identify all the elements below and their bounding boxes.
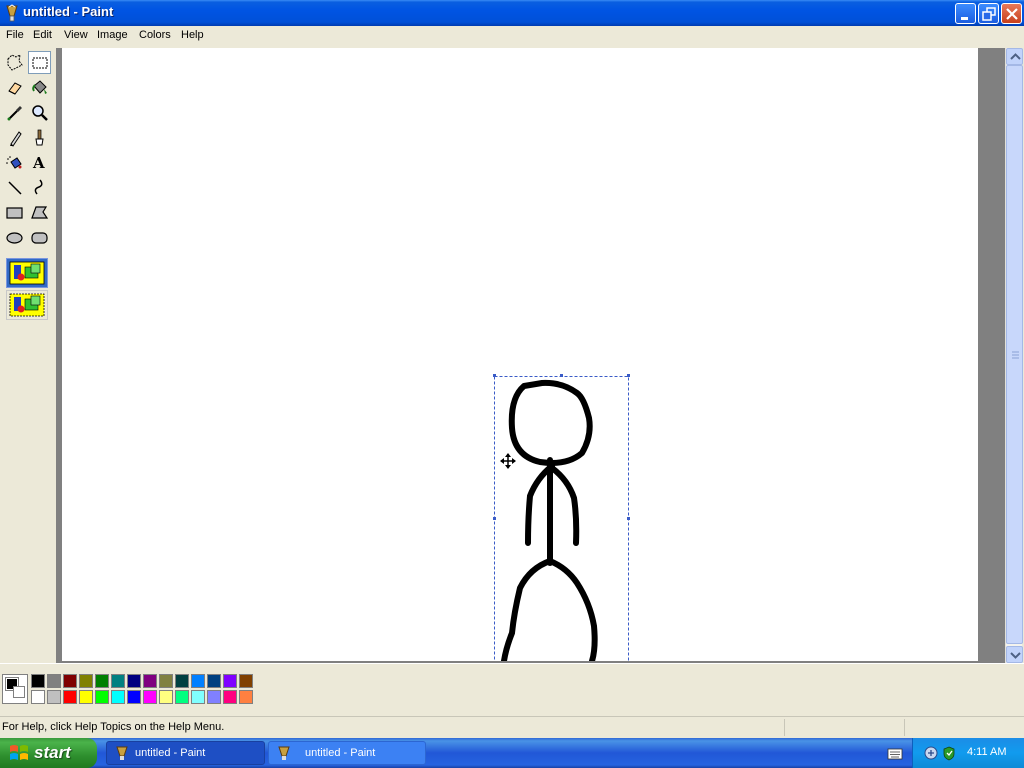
palette-swatch[interactable] — [127, 674, 141, 688]
taskbar-item-label: untitled - Paint — [135, 747, 206, 759]
brush-icon[interactable] — [28, 126, 51, 149]
airbrush-icon[interactable] — [3, 151, 26, 174]
palette-swatch[interactable] — [79, 690, 93, 704]
keyboard-icon[interactable] — [887, 747, 903, 761]
menu-view[interactable]: View — [64, 29, 88, 41]
scroll-thumb[interactable] — [1006, 65, 1023, 644]
scroll-up-button[interactable] — [1006, 48, 1023, 65]
palette-swatch[interactable] — [175, 674, 189, 688]
close-button[interactable] — [1001, 3, 1022, 24]
magnifier-icon[interactable] — [28, 101, 51, 124]
rectangle-icon[interactable] — [3, 201, 26, 224]
taskbar: start untitled - Paint untitled - Paint — [0, 738, 1024, 768]
right-leg-stroke — [547, 558, 598, 661]
palette-swatch[interactable] — [239, 690, 253, 704]
taskbar-item-paint-1[interactable]: untitled - Paint — [106, 741, 265, 765]
windows-logo-icon — [10, 745, 28, 760]
move-cursor-icon — [500, 453, 516, 469]
fill-icon[interactable] — [28, 76, 51, 99]
palette-swatch[interactable] — [207, 690, 221, 704]
pick-color-icon[interactable] — [3, 101, 26, 124]
scroll-down-button[interactable] — [1006, 646, 1023, 663]
palette-swatch[interactable] — [31, 674, 45, 688]
paint-app-icon — [115, 745, 129, 764]
taskbar-item-paint-2[interactable]: untitled - Paint — [268, 741, 426, 765]
menu-file[interactable]: File — [6, 29, 24, 41]
free-form-select-icon[interactable] — [3, 51, 26, 74]
palette-swatch[interactable] — [191, 674, 205, 688]
palette-swatch[interactable] — [159, 690, 173, 704]
palette-swatch[interactable] — [159, 674, 173, 688]
menu-image[interactable]: Image — [97, 29, 128, 41]
opaque-selection-option[interactable] — [6, 258, 48, 288]
toolbox: A — [0, 48, 56, 663]
palette-swatch[interactable] — [111, 674, 125, 688]
title-bar[interactable]: untitled - Paint — [0, 0, 1024, 26]
menu-bar: File Edit View Image Colors Help — [0, 26, 1024, 46]
start-label: start — [34, 743, 71, 762]
palette-swatch[interactable] — [175, 690, 189, 704]
text-tool-glyph: A — [32, 154, 45, 172]
current-colors — [2, 674, 28, 704]
start-button[interactable]: start — [0, 738, 97, 768]
background-color-swatch — [13, 686, 25, 698]
status-help-text: For Help, click Help Topics on the Help … — [2, 721, 225, 733]
right-arm-stroke — [549, 465, 580, 546]
palette-swatch[interactable] — [95, 674, 109, 688]
status-cursor-position — [784, 719, 904, 736]
palette-swatch[interactable] — [47, 674, 61, 688]
palette-swatch[interactable] — [223, 690, 237, 704]
rounded-rectangle-icon[interactable] — [28, 226, 51, 249]
palette-swatch[interactable] — [223, 674, 237, 688]
palette-swatch[interactable] — [191, 690, 205, 704]
palette-swatch[interactable] — [63, 674, 77, 688]
paint-app-icon — [277, 745, 291, 764]
palette-swatch[interactable] — [143, 674, 157, 688]
transparent-selection-option[interactable] — [6, 290, 48, 320]
drawing-canvas[interactable] — [62, 48, 978, 661]
eraser-icon[interactable] — [3, 76, 26, 99]
shield-icon[interactable] — [941, 745, 957, 761]
vertical-scrollbar[interactable] — [1005, 48, 1023, 663]
restore-button[interactable] — [978, 3, 999, 24]
palette-swatch[interactable] — [31, 690, 45, 704]
stick-figure-drawing — [493, 374, 630, 661]
ellipse-icon[interactable] — [3, 226, 26, 249]
clock[interactable]: 4:11 AM — [967, 746, 1007, 758]
taskbar-item-label: untitled - Paint — [305, 747, 376, 759]
window-title: untitled - Paint — [23, 4, 114, 19]
menu-colors[interactable]: Colors — [139, 29, 171, 41]
palette-swatch[interactable] — [63, 690, 77, 704]
pencil-icon[interactable] — [3, 126, 26, 149]
palette-swatch[interactable] — [47, 690, 61, 704]
select-icon[interactable] — [28, 51, 51, 74]
palette-swatch[interactable] — [127, 690, 141, 704]
text-icon[interactable]: A — [28, 151, 51, 174]
status-selection-size — [904, 719, 1024, 736]
network-icon[interactable] — [923, 745, 939, 761]
paint-window: untitled - Paint File Edit View Image Co… — [0, 0, 1024, 768]
palette-swatch[interactable] — [95, 690, 109, 704]
palette-swatch[interactable] — [239, 674, 253, 688]
minimize-button[interactable] — [955, 3, 976, 24]
palette-swatch[interactable] — [79, 674, 93, 688]
palette-swatch[interactable] — [111, 690, 125, 704]
menu-edit[interactable]: Edit — [33, 29, 52, 41]
polygon-icon[interactable] — [28, 201, 51, 224]
left-leg-stroke — [501, 558, 553, 661]
line-icon[interactable] — [3, 176, 26, 199]
head-stroke — [508, 379, 593, 466]
color-box — [0, 663, 1024, 713]
system-tray: 4:11 AM — [912, 738, 1024, 768]
curve-icon[interactable] — [28, 176, 51, 199]
menu-help[interactable]: Help — [181, 29, 204, 41]
palette-swatch[interactable] — [207, 674, 221, 688]
palette-swatch[interactable] — [143, 690, 157, 704]
status-bar: For Help, click Help Topics on the Help … — [0, 716, 1024, 738]
paint-app-icon[interactable] — [4, 4, 20, 22]
